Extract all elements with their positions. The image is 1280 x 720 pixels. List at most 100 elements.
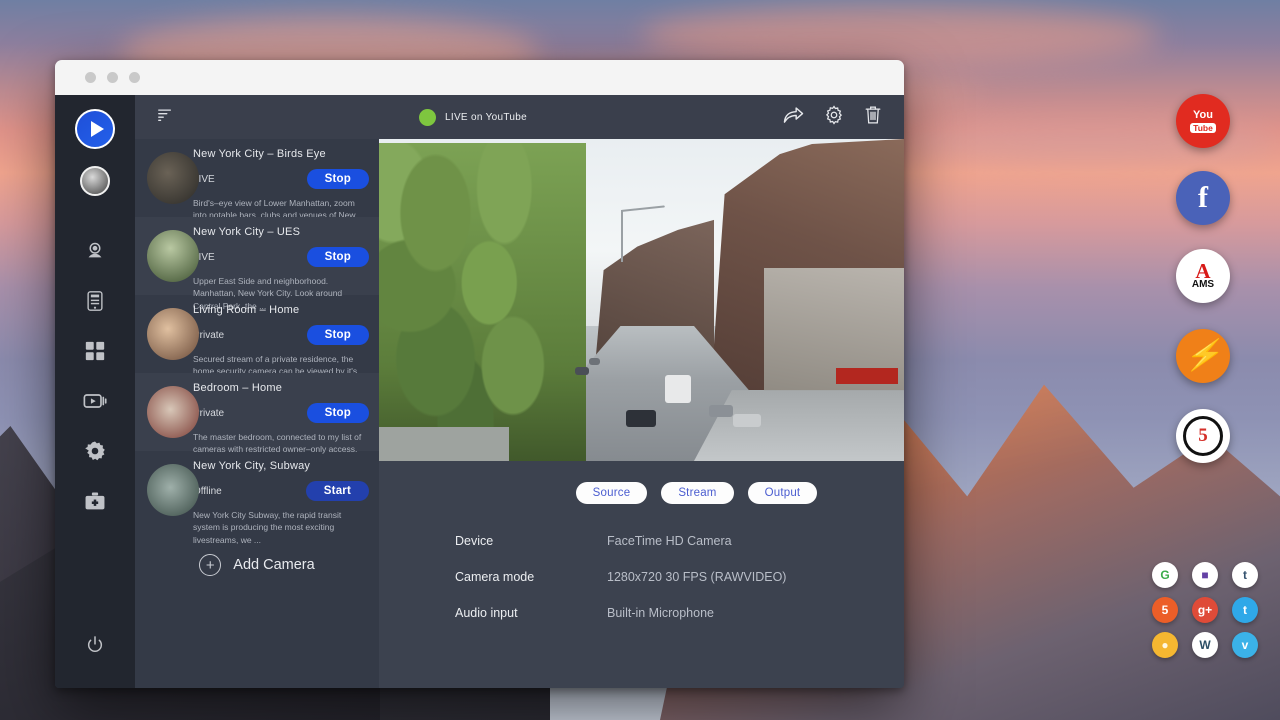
video-awning [836, 368, 898, 384]
detail-key: Audio input [455, 606, 607, 620]
adobe-a-glyph: A [1195, 262, 1210, 281]
youtube-desktop-icon[interactable]: You Tube [1176, 94, 1230, 148]
video-lamppost [621, 210, 623, 262]
facebook-desktop-icon[interactable]: f [1176, 171, 1230, 225]
plus-icon: + [199, 554, 221, 576]
tumblr-icon[interactable]: t [1232, 562, 1258, 588]
video-curb [379, 427, 509, 461]
flash-media-server-desktop-icon[interactable]: 5 [1176, 409, 1230, 463]
adobe-ams-desktop-icon[interactable]: A AMS [1176, 249, 1230, 303]
camera-name: Bedroom – Home [193, 382, 369, 394]
detail-list: DeviceFaceTime HD Camera Camera mode1280x… [379, 504, 904, 642]
youtube-tube-text: Tube [1190, 123, 1216, 133]
camera-stop-button[interactable]: Stop [307, 169, 369, 189]
detail-key: Camera mode [455, 570, 607, 584]
video-preview-wrap [379, 139, 904, 461]
camera-start-button[interactable]: Start [306, 481, 369, 501]
vimeo-icon[interactable]: v [1232, 632, 1258, 658]
tab-stream[interactable]: Stream [661, 482, 733, 504]
trash-icon[interactable] [864, 105, 882, 130]
camera-thumbnail [147, 464, 199, 516]
facebook-f-glyph: f [1198, 181, 1208, 215]
wowza-desktop-icon[interactable]: ⚡ [1176, 329, 1230, 383]
detail-key: Device [455, 534, 607, 548]
video-car [589, 358, 600, 365]
camera-stop-button[interactable]: Stop [307, 403, 369, 423]
camera-thumbnail [147, 152, 199, 204]
live-status-label: LIVE on YouTube [445, 112, 527, 123]
detail-value[interactable]: FaceTime HD Camera [607, 534, 732, 548]
tab-source[interactable]: Source [576, 482, 648, 504]
main-panel: LIVE on YouTube [379, 95, 904, 688]
app-logo-icon[interactable] [75, 109, 115, 149]
sidebar-item-settings[interactable] [70, 426, 120, 476]
main-toolbar: LIVE on YouTube [379, 95, 904, 139]
settings-tabs: Source Stream Output [379, 482, 904, 504]
camera-list-panel: New York City – Birds EyeLIVEStopBird's–… [135, 95, 379, 688]
camera-name: New York City – Birds Eye [193, 148, 369, 160]
sidebar-item-power[interactable] [70, 620, 120, 670]
grabber-icon[interactable]: G [1152, 562, 1178, 588]
zoom-button[interactable] [129, 72, 140, 83]
video-car [626, 410, 656, 427]
camera-list-item[interactable]: Living Room – HomePrivateStopSecured str… [135, 295, 379, 373]
live-status-badge: LIVE on YouTube [419, 109, 527, 126]
camera-list-item[interactable]: New York City – UESLIVEStopUpper East Si… [135, 217, 379, 295]
twitter-mini-icon[interactable]: t [1232, 597, 1258, 623]
five-icon[interactable]: 5 [1152, 597, 1178, 623]
camera-thumbnail [147, 230, 199, 282]
camera-name: New York City, Subway [193, 460, 369, 472]
camera-description: New York City Subway, the rapid transit … [193, 509, 369, 546]
target-five-icon: 5 [1183, 416, 1223, 456]
desktop: New York City – Birds EyeLIVEStopBird's–… [0, 0, 1280, 720]
sidebar-item-dashboard[interactable] [70, 326, 120, 376]
video-trees [379, 143, 586, 461]
cloud [640, 6, 1160, 66]
camera-list-item[interactable]: Bedroom – HomePrivateStopThe master bedr… [135, 373, 379, 451]
sort-icon[interactable] [157, 107, 173, 128]
camera-thumbnail [147, 386, 199, 438]
camera-rows: New York City – Birds EyeLIVEStopBird's–… [135, 139, 379, 529]
add-camera-label: Add Camera [233, 557, 314, 573]
detail-value[interactable]: Built-in Microphone [607, 606, 714, 620]
camera-list-item[interactable]: New York City, SubwayOfflineStartNew Yor… [135, 451, 379, 529]
app-body: New York City – Birds EyeLIVEStopBird's–… [55, 95, 904, 688]
wordpress-icon[interactable]: W [1192, 632, 1218, 658]
sidebar-rail [55, 95, 135, 688]
sun-icon[interactable]: ● [1152, 632, 1178, 658]
detail-row: DeviceFaceTime HD Camera [455, 534, 904, 548]
avatar[interactable] [80, 166, 110, 196]
live-dot-icon [419, 109, 436, 126]
gear-icon[interactable] [824, 105, 844, 130]
wowza-bolt-icon: ⚡ [1184, 341, 1221, 371]
video-car [733, 414, 761, 427]
sidebar-item-video[interactable] [70, 376, 120, 426]
video-car [575, 367, 589, 375]
sidebar-item-webcam[interactable] [70, 226, 120, 276]
sidebar-item-tools[interactable] [70, 476, 120, 526]
video-preview[interactable] [379, 139, 904, 461]
share-icon[interactable] [783, 105, 804, 129]
window-titlebar [55, 60, 904, 95]
video-truck [665, 375, 691, 403]
youtube-you-text: You [1193, 110, 1213, 121]
tab-output[interactable]: Output [748, 482, 818, 504]
detail-row: Audio inputBuilt-in Microphone [455, 606, 904, 620]
camera-list-item[interactable]: New York City – Birds EyeLIVEStopBird's–… [135, 139, 379, 217]
twitch-icon[interactable]: ■ [1192, 562, 1218, 588]
google-plus-mini-icon[interactable]: g+ [1192, 597, 1218, 623]
camera-stop-button[interactable]: Stop [307, 325, 369, 345]
ams-label: AMS [1192, 280, 1214, 290]
video-car [709, 405, 733, 417]
camera-stop-button[interactable]: Stop [307, 247, 369, 267]
camera-name: Living Room – Home [193, 304, 369, 316]
camera-list-toolbar [135, 95, 379, 139]
minimize-button[interactable] [107, 72, 118, 83]
close-button[interactable] [85, 72, 96, 83]
detail-row: Camera mode1280x720 30 FPS (RAWVIDEO) [455, 570, 904, 584]
camera-name: New York City – UES [193, 226, 369, 238]
camera-thumbnail [147, 308, 199, 360]
sidebar-item-device[interactable] [70, 276, 120, 326]
toolbar-actions [783, 105, 882, 130]
detail-value[interactable]: 1280x720 30 FPS (RAWVIDEO) [607, 570, 786, 584]
